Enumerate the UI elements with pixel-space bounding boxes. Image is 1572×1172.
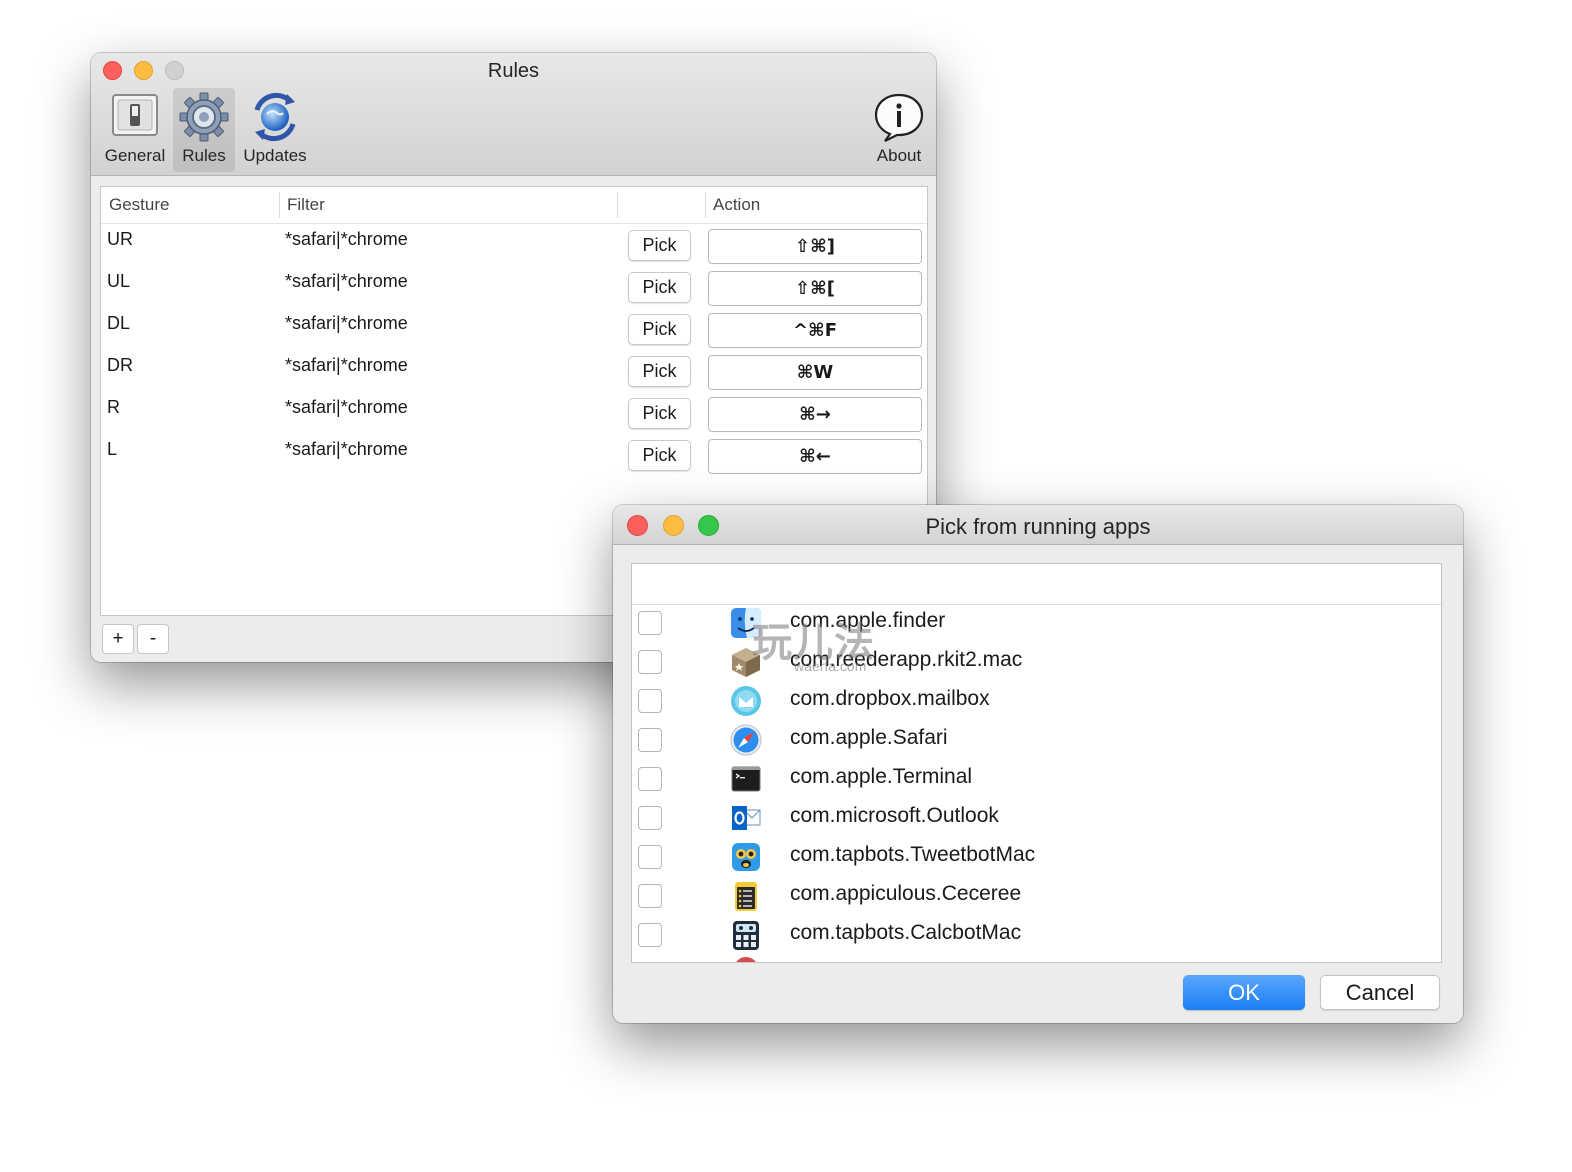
toolbar-about-label: About — [876, 146, 922, 165]
list-header — [632, 564, 1441, 605]
calcbot-icon — [733, 921, 759, 950]
gesture-cell: R — [107, 397, 120, 417]
app-checkbox[interactable] — [638, 806, 662, 830]
filter-cell[interactable]: *safari|*chrome — [285, 397, 408, 418]
toolbar-general[interactable]: General — [99, 88, 171, 172]
running-apps-list: com.apple.finder com.reederapp.rkit2.mac… — [631, 563, 1442, 963]
action-shortcut-field[interactable]: ^⌘F — [708, 313, 922, 348]
column-filter[interactable]: Filter — [287, 195, 325, 215]
info-bubble-icon — [874, 93, 924, 142]
gesture-cell: UL — [107, 271, 131, 291]
toolbar-about[interactable]: About — [866, 88, 932, 172]
app-checkbox[interactable] — [638, 845, 662, 869]
action-shortcut-field[interactable]: ⇧⌘[ — [708, 271, 922, 306]
mailbox-icon — [731, 686, 761, 716]
ok-button[interactable]: OK — [1183, 975, 1305, 1010]
add-rule-button[interactable]: + — [102, 624, 134, 654]
list-item[interactable]: com.apple.Terminal — [632, 760, 1441, 799]
tweetbot-icon — [732, 843, 760, 871]
app-bundle-id: com.apple.Terminal — [790, 765, 973, 788]
terminal-icon — [731, 766, 761, 792]
filter-cell[interactable]: *safari|*chrome — [285, 355, 408, 376]
rules-titlebar: Rules General Rules Updates About — [91, 53, 936, 176]
toolbar-rules[interactable]: Rules — [173, 88, 235, 172]
list-item[interactable]: com.tapbots.CalcbotMac — [632, 916, 1441, 955]
pick-button[interactable]: Pick — [628, 398, 691, 429]
app-checkbox[interactable] — [638, 689, 662, 713]
app-checkbox[interactable] — [638, 728, 662, 752]
remove-rule-button[interactable]: - — [137, 624, 169, 654]
table-row[interactable]: L *safari|*chrome Pick ⌘← — [101, 435, 927, 477]
gesture-cell: DR — [107, 355, 133, 375]
list-item[interactable]: com.tapbots.TweetbotMac — [632, 838, 1441, 877]
pick-button[interactable]: Pick — [628, 230, 691, 261]
switch-icon — [112, 94, 158, 136]
gesture-cell: L — [107, 439, 118, 459]
filter-cell[interactable]: *safari|*chrome — [285, 439, 408, 460]
partial-app-icon — [734, 957, 758, 962]
app-bundle-id: com.microsoft.Outlook — [790, 804, 999, 827]
action-shortcut-field[interactable]: ⇧⌘] — [708, 229, 922, 264]
filter-cell[interactable]: *safari|*chrome — [285, 229, 408, 250]
app-bundle-id: com.tapbots.CalcbotMac — [790, 921, 1022, 944]
table-row[interactable]: DL *safari|*chrome Pick ^⌘F — [101, 309, 927, 351]
column-action[interactable]: Action — [713, 195, 760, 215]
toolbar-rules-label: Rules — [182, 146, 226, 165]
pick-button[interactable]: Pick — [628, 356, 691, 387]
app-checkbox[interactable] — [638, 923, 662, 947]
table-row[interactable]: DR *safari|*chrome Pick ⌘W — [101, 351, 927, 393]
list-item[interactable]: com.apple.Safari — [632, 721, 1441, 760]
toolbar-updates-label: Updates — [243, 146, 307, 165]
safari-icon — [730, 724, 762, 756]
column-gesture[interactable]: Gesture — [109, 195, 169, 215]
pick-button[interactable]: Pick — [628, 314, 691, 345]
filter-cell[interactable]: *safari|*chrome — [285, 313, 408, 334]
table-row[interactable]: UR *safari|*chrome Pick ⇧⌘] — [101, 225, 927, 267]
list-item[interactable]: com.dropbox.mailbox — [632, 682, 1441, 721]
action-shortcut-field[interactable]: ⌘W — [708, 355, 922, 390]
app-bundle-id: com.dropbox.mailbox — [790, 687, 990, 710]
toolbar-general-label: General — [104, 146, 166, 165]
app-checkbox[interactable] — [638, 767, 662, 791]
table-row[interactable]: R *safari|*chrome Pick ⌘→ — [101, 393, 927, 435]
app-checkbox[interactable] — [638, 884, 662, 908]
app-checkbox[interactable] — [638, 611, 662, 635]
app-bundle-id: com.tapbots.TweetbotMac — [790, 843, 1036, 866]
app-bundle-id: com.appiculous.Ceceree — [790, 882, 1022, 905]
pick-apps-dialog: Pick from running apps com.apple.finder … — [613, 505, 1463, 1023]
pick-button[interactable]: Pick — [628, 440, 691, 471]
ceceree-icon — [735, 882, 757, 911]
app-bundle-id: com.apple.Safari — [790, 726, 948, 749]
gesture-cell: UR — [107, 229, 133, 249]
updates-globe-icon — [254, 92, 296, 142]
cancel-button[interactable]: Cancel — [1320, 975, 1440, 1010]
outlook-icon — [732, 806, 761, 830]
action-shortcut-field[interactable]: ⌘→ — [708, 397, 922, 432]
window-title: Rules — [487, 60, 540, 82]
app-checkbox[interactable] — [638, 650, 662, 674]
filter-cell[interactable]: *safari|*chrome — [285, 271, 408, 292]
table-header: Gesture Filter Action — [101, 187, 927, 224]
watermark-logo: 玩儿法 waerfa.com — [752, 610, 875, 674]
watermark-domain: waerfa.com — [794, 658, 867, 674]
action-shortcut-field[interactable]: ⌘← — [708, 439, 922, 474]
gesture-cell: DL — [107, 313, 131, 333]
list-item[interactable]: com.microsoft.Outlook — [632, 799, 1441, 838]
pick-titlebar: Pick from running apps — [613, 505, 1463, 545]
gear-icon — [179, 92, 229, 142]
pick-button[interactable]: Pick — [628, 272, 691, 303]
toolbar-updates[interactable]: Updates — [237, 88, 313, 172]
table-row[interactable]: UL *safari|*chrome Pick ⇧⌘[ — [101, 267, 927, 309]
dialog-title: Pick from running apps — [925, 514, 1151, 539]
list-item[interactable]: com.appiculous.Ceceree — [632, 877, 1441, 916]
